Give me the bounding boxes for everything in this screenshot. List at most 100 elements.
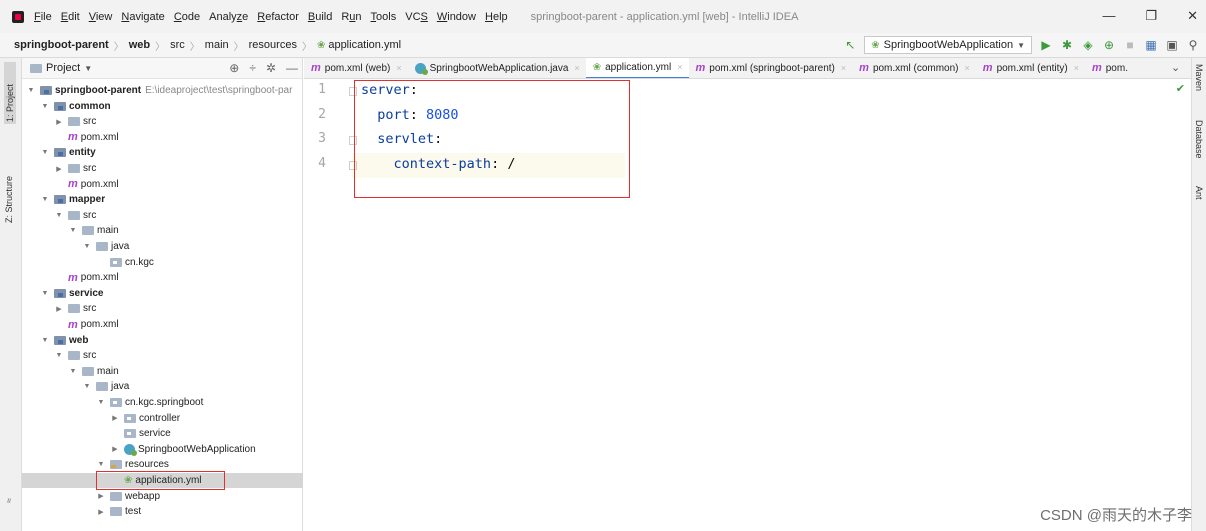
tab-close-icon[interactable]: × xyxy=(965,63,970,73)
editor-tab-active[interactable]: ❀ application.yml × xyxy=(585,58,689,78)
tree-item[interactable]: ▶ test xyxy=(22,504,303,519)
close-button[interactable]: ✕ xyxy=(1187,8,1198,24)
menu-item[interactable]: Tools xyxy=(371,11,397,23)
tab-close-icon[interactable]: × xyxy=(677,62,682,72)
run-icon[interactable]: ▶ xyxy=(1039,38,1053,52)
breadcrumb-item[interactable]: springboot-parent xyxy=(14,39,109,51)
tree-item[interactable]: ▼ mapper xyxy=(22,192,303,207)
ant-tool-tab[interactable]: Ant xyxy=(1194,186,1204,200)
debug-icon[interactable]: ✱ xyxy=(1060,38,1074,52)
breadcrumb-item[interactable]: resources xyxy=(249,39,297,51)
project-tool-tab[interactable]: 1: Project xyxy=(4,62,16,124)
collapse-arrow-icon[interactable]: ▶ xyxy=(54,118,64,126)
menu-item[interactable]: Navigate xyxy=(121,11,164,23)
tab-close-icon[interactable]: × xyxy=(1074,63,1079,73)
collapse-arrow-icon[interactable]: ▶ xyxy=(96,492,106,500)
stop-icon[interactable]: ■ xyxy=(1123,38,1137,52)
expand-arrow-icon[interactable]: ▼ xyxy=(54,212,64,219)
tree-item[interactable]: cn.kgc xyxy=(22,255,303,270)
tree-item[interactable]: ▶ src xyxy=(22,161,303,176)
structure-tool-tab[interactable]: Z: Structure xyxy=(4,176,14,223)
tab-close-icon[interactable]: × xyxy=(841,63,846,73)
maven-tool-tab[interactable]: Maven xyxy=(1194,64,1204,91)
tree-item[interactable]: ▶ controller xyxy=(22,411,303,426)
collapse-arrow-icon[interactable]: ▶ xyxy=(54,165,64,173)
menu-item[interactable]: Refactor xyxy=(257,11,299,23)
tree-item[interactable]: ▼ src xyxy=(22,208,303,223)
expand-arrow-icon[interactable]: ▼ xyxy=(40,196,50,203)
collapse-all-icon[interactable]: ÷ xyxy=(249,61,256,75)
editor-tab[interactable]: SpringbootWebApplication.java × xyxy=(408,58,586,78)
tree-item[interactable]: ▼ service xyxy=(22,286,303,301)
expand-arrow-icon[interactable]: ▼ xyxy=(82,383,92,390)
tab-close-icon[interactable]: × xyxy=(574,63,579,73)
expand-arrow-icon[interactable]: ▼ xyxy=(96,399,106,406)
run-config-selector[interactable]: ❀ SpringbootWebApplication ▼ xyxy=(864,36,1032,54)
editor-tab[interactable]: m pom.xml (web) × xyxy=(304,58,408,78)
locate-icon[interactable]: ⊕ xyxy=(229,61,239,75)
tab-close-icon[interactable]: × xyxy=(396,63,401,73)
collapse-arrow-icon[interactable]: ▶ xyxy=(110,445,120,453)
breadcrumb-item[interactable]: web xyxy=(129,39,150,51)
editor-tab[interactable]: m pom.xml (entity) × xyxy=(976,58,1085,78)
editor-tab[interactable]: m pom.xml (springboot-parent) × xyxy=(689,58,853,78)
expand-arrow-icon[interactable]: ▼ xyxy=(54,352,64,359)
hide-icon[interactable]: — xyxy=(286,61,298,75)
expand-arrow-icon[interactable]: ▼ xyxy=(26,87,36,94)
tree-item[interactable]: ▼ src xyxy=(22,348,303,363)
tree-item[interactable]: ▼ springboot-parent E:\ideaproject\test\sp… xyxy=(22,83,303,98)
tree-item[interactable]: ▼ web xyxy=(22,333,303,348)
favorites-tool-tab[interactable]: ≈ xyxy=(4,498,14,503)
tree-item[interactable]: ▶ src xyxy=(22,114,303,129)
menu-item[interactable]: Run xyxy=(341,11,361,23)
tree-item[interactable]: ▼ common xyxy=(22,99,303,114)
tree-item[interactable]: ▼ main xyxy=(22,223,303,238)
project-structure-icon[interactable]: ▦ xyxy=(1144,38,1158,52)
menu-item[interactable]: Build xyxy=(308,11,332,23)
breadcrumb-item[interactable]: main xyxy=(205,39,229,51)
tree-item[interactable]: ▼ java xyxy=(22,239,303,254)
profile-icon[interactable]: ⊕ xyxy=(1102,38,1116,52)
tree-item[interactable]: m pom.xml xyxy=(22,130,303,145)
tree-item[interactable]: m pom.xml xyxy=(22,317,303,332)
expand-arrow-icon[interactable]: ▼ xyxy=(40,103,50,110)
tree-item[interactable]: ▼ main xyxy=(22,364,303,379)
tree-item[interactable]: ▶ src xyxy=(22,301,303,316)
editor-tab[interactable]: m pom. xyxy=(1085,58,1134,78)
menu-item[interactable]: VCS xyxy=(405,11,428,23)
gear-icon[interactable]: ✲ xyxy=(266,61,276,75)
tree-item[interactable]: ▶ webapp xyxy=(22,489,303,504)
menu-item[interactable]: File xyxy=(34,11,52,23)
restore-button[interactable]: ❐ xyxy=(1145,8,1157,24)
database-tool-tab[interactable]: Database xyxy=(1194,120,1204,159)
expand-arrow-icon[interactable]: ▼ xyxy=(68,368,78,375)
terminal-icon[interactable]: ▣ xyxy=(1165,38,1179,52)
menu-item[interactable]: Edit xyxy=(61,11,80,23)
expand-arrow-icon[interactable]: ▼ xyxy=(82,243,92,250)
tree-item[interactable]: ▼ java xyxy=(22,379,303,394)
search-icon[interactable]: ⚲ xyxy=(1186,38,1200,52)
breadcrumb-item[interactable]: src xyxy=(170,39,185,51)
back-arrow-icon[interactable]: ↖ xyxy=(843,38,857,52)
menu-item[interactable]: Analyze xyxy=(209,11,248,23)
tree-item[interactable]: ▶ SpringbootWebApplication xyxy=(22,442,303,457)
tree-item[interactable]: ▼ cn.kgc.springboot xyxy=(22,395,303,410)
minimize-button[interactable]: — xyxy=(1102,8,1115,24)
inspection-ok-icon[interactable]: ✔ xyxy=(1176,82,1185,95)
expand-arrow-icon[interactable]: ▼ xyxy=(68,227,78,234)
tree-item[interactable]: m pom.xml xyxy=(22,177,303,192)
menu-item[interactable]: Code xyxy=(174,11,200,23)
collapse-arrow-icon[interactable]: ▶ xyxy=(96,508,106,516)
expand-arrow-icon[interactable]: ▼ xyxy=(40,149,50,156)
expand-arrow-icon[interactable]: ▼ xyxy=(40,290,50,297)
project-panel-title[interactable]: Project xyxy=(46,62,80,74)
menu-item[interactable]: View xyxy=(89,11,113,23)
code-editor[interactable]: 1234 server: port: 8080 servlet: context… xyxy=(304,80,1191,531)
editor-tab[interactable]: m pom.xml (common) × xyxy=(852,58,976,78)
tree-item[interactable]: ▼ entity xyxy=(22,145,303,160)
menu-item[interactable]: Window xyxy=(437,11,476,23)
expand-arrow-icon[interactable]: ▼ xyxy=(40,337,50,344)
chevron-down-icon[interactable]: ▼ xyxy=(84,64,92,73)
collapse-arrow-icon[interactable]: ▶ xyxy=(110,414,120,422)
breadcrumb-item[interactable]: application.yml xyxy=(328,39,401,51)
